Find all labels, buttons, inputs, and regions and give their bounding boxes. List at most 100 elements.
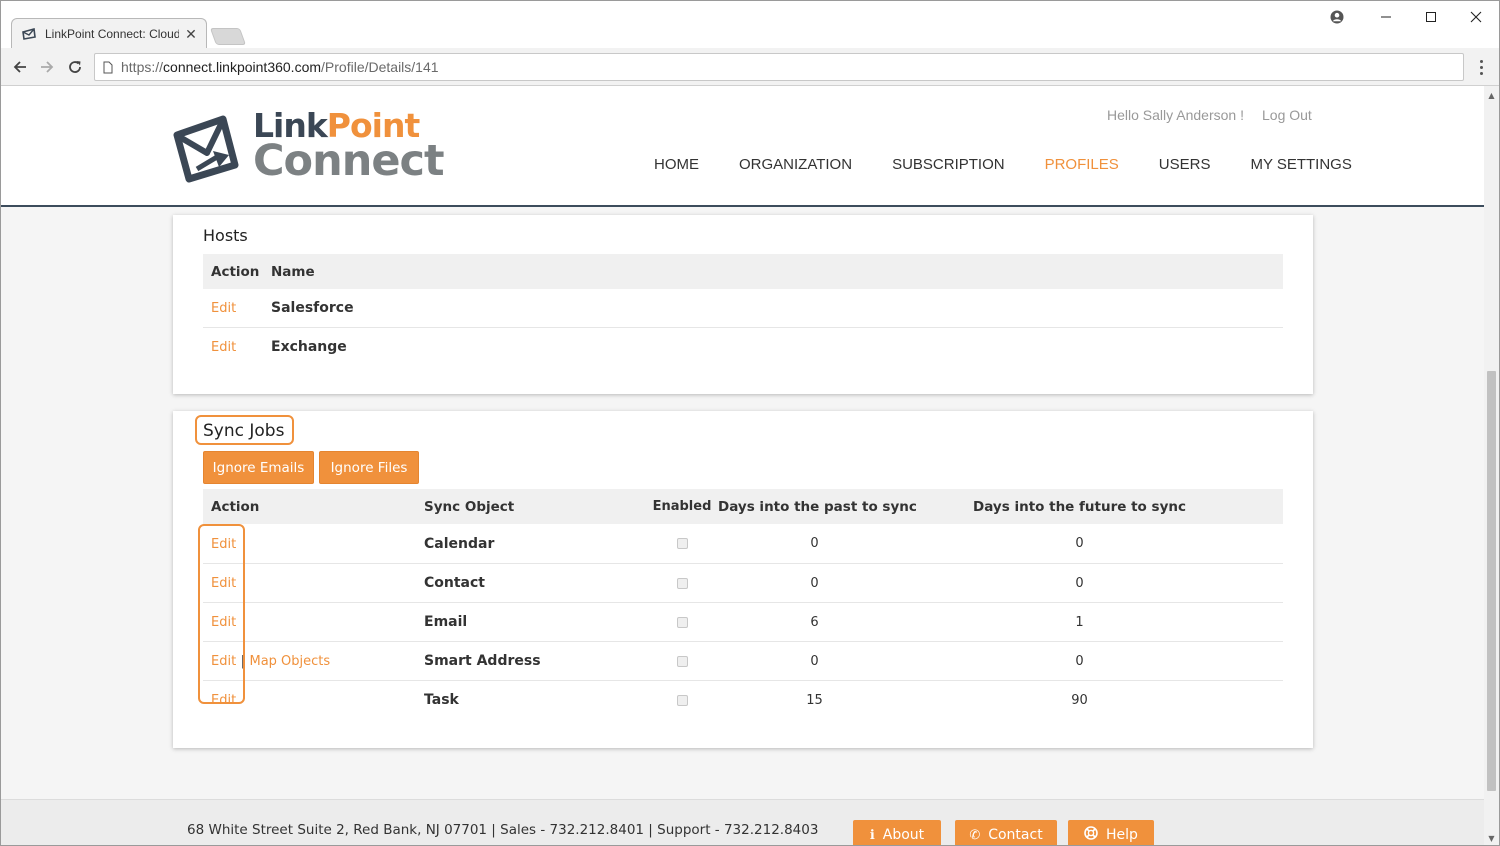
hosts-table: Action Name Edit Salesforce Edit Exchang… [203, 254, 1283, 365]
days-future-value: 90 [1071, 692, 1088, 708]
col-name: Name [271, 263, 315, 280]
scroll-up-icon[interactable]: ▲ [1484, 88, 1499, 102]
nav-organization[interactable]: ORGANIZATION [739, 156, 852, 173]
enabled-checkbox[interactable] [676, 616, 688, 628]
sync-object-name: Calendar [424, 535, 495, 552]
col-sync-object: Sync Object [424, 498, 515, 515]
nav-profiles[interactable]: PROFILES [1045, 156, 1119, 173]
about-button[interactable]: ℹ About [853, 820, 941, 845]
logo-envelope-icon [173, 115, 239, 183]
browser-window: LinkPoint Connect: Cloud ✕ https:// conn… [0, 0, 1500, 846]
host-name: Salesforce [271, 300, 354, 316]
nav-subscription[interactable]: SUBSCRIPTION [892, 156, 1005, 173]
col-days-future: Days into the future to sync [973, 498, 1186, 515]
footer-address: 68 White Street Suite 2, Red Bank, NJ 07… [187, 822, 819, 838]
hosts-panel: Hosts Action Name Edit Salesforce Edit E… [173, 215, 1313, 394]
page-icon [95, 61, 121, 74]
edit-host-link[interactable]: Edit [211, 340, 236, 355]
about-label: About [882, 827, 925, 843]
enabled-checkbox[interactable] [676, 694, 688, 706]
url-host: connect.linkpoint360.com [163, 59, 322, 75]
table-row: Edit | Map Objects Smart Address 0 0 [203, 641, 1283, 680]
days-past-value: 6 [810, 614, 819, 630]
logout-link[interactable]: Log Out [1262, 107, 1312, 123]
nav-my-settings[interactable]: MY SETTINGS [1250, 156, 1351, 173]
days-future-value: 0 [1075, 536, 1084, 551]
greeting-text: Hello Sally Anderson ! [1107, 107, 1244, 123]
scroll-thumb[interactable] [1487, 371, 1496, 791]
ignore-files-button[interactable]: Ignore Files [319, 451, 419, 484]
highlight-box-edit-column [198, 524, 245, 704]
col-enabled: Enabled [652, 499, 712, 514]
browser-toolbar: https://connect.linkpoint360.com/Profile… [1, 48, 1499, 86]
logo-word-connect: Connect [253, 136, 445, 186]
site-header: LinkPoint Connect Hello Sally Anderson !… [1, 86, 1484, 207]
table-row: Edit Contact 0 0 [203, 563, 1283, 602]
days-past-value: 0 [810, 653, 819, 669]
map-objects-link[interactable]: Map Objects [249, 654, 330, 669]
table-row: Edit Salesforce [203, 289, 1283, 327]
nav-users[interactable]: USERS [1159, 156, 1211, 173]
ignore-emails-button[interactable]: Ignore Emails [203, 451, 314, 484]
browser-tab[interactable]: LinkPoint Connect: Cloud ✕ [21, 20, 207, 48]
info-icon: ℹ [869, 827, 875, 843]
lifebuoy-icon [1084, 826, 1098, 844]
url-path: /Profile/Details/141 [321, 59, 439, 75]
col-days-past: Days into the past to sync [718, 498, 917, 515]
arrow-right-icon[interactable] [34, 54, 60, 80]
minimize-icon[interactable] [1363, 3, 1409, 31]
sync-object-name: Email [424, 614, 468, 630]
help-label: Help [1106, 827, 1138, 843]
col-action: Action [211, 263, 260, 280]
tab-close-icon[interactable]: ✕ [183, 26, 199, 43]
contact-button[interactable]: ✆ Contact [955, 820, 1057, 845]
sync-object-name: Task [424, 692, 459, 708]
days-past-value: 0 [810, 575, 819, 591]
hosts-title: Hosts [203, 226, 248, 245]
days-future-value: 0 [1075, 653, 1084, 669]
hosts-table-header: Action Name [203, 254, 1283, 289]
days-future-value: 1 [1075, 614, 1084, 630]
browser-titlebar: LinkPoint Connect: Cloud ✕ [1, 1, 1499, 49]
sync-jobs-panel: Sync Jobs Ignore Emails Ignore Files Act… [173, 411, 1313, 748]
close-icon[interactable] [1453, 3, 1499, 31]
linkpoint-logo[interactable]: LinkPoint Connect [173, 109, 445, 186]
arrow-left-icon[interactable] [7, 54, 33, 80]
page-scrollbar[interactable]: ▲ ▼ [1484, 86, 1499, 845]
envelope-icon [21, 26, 37, 42]
enabled-checkbox[interactable] [676, 655, 688, 667]
help-button[interactable]: Help [1068, 820, 1154, 845]
main-nav: HOME ORGANIZATION SUBSCRIPTION PROFILES … [654, 156, 1352, 173]
new-tab-button[interactable] [209, 28, 247, 45]
highlight-box-title [195, 415, 294, 445]
table-row: Edit Exchange [203, 327, 1283, 365]
sync-object-name: Smart Address [424, 653, 541, 669]
table-row: Edit Email 6 1 [203, 602, 1283, 641]
reload-icon[interactable] [62, 54, 88, 80]
tab-title: LinkPoint Connect: Cloud [45, 27, 179, 41]
maximize-icon[interactable] [1408, 3, 1454, 31]
col-action: Action [211, 498, 260, 515]
enabled-checkbox[interactable] [676, 577, 688, 589]
scroll-down-icon[interactable]: ▼ [1484, 831, 1499, 845]
site-footer: 68 White Street Suite 2, Red Bank, NJ 07… [1, 799, 1484, 845]
more-vertical-icon[interactable] [1471, 56, 1491, 78]
page-viewport: LinkPoint Connect Hello Sally Anderson !… [1, 86, 1484, 845]
table-row: Edit Task 15 90 [203, 680, 1283, 719]
contact-label: Contact [988, 827, 1043, 843]
days-past-value: 0 [810, 536, 819, 551]
days-past-value: 15 [806, 692, 823, 708]
table-row: Edit Calendar 0 0 [203, 524, 1283, 563]
sync-jobs-table: Action Sync Object Enabled Days into the… [203, 489, 1283, 719]
phone-icon: ✆ [969, 827, 981, 843]
host-name: Exchange [271, 338, 347, 355]
sync-jobs-table-header: Action Sync Object Enabled Days into the… [203, 489, 1283, 524]
days-future-value: 0 [1075, 575, 1084, 591]
address-bar[interactable]: https://connect.linkpoint360.com/Profile… [94, 53, 1464, 81]
edit-host-link[interactable]: Edit [211, 301, 236, 316]
enabled-checkbox[interactable] [676, 538, 688, 549]
nav-home[interactable]: HOME [654, 156, 699, 173]
user-circle-icon[interactable] [1314, 3, 1360, 31]
url-protocol: https:// [121, 59, 164, 75]
sync-object-name: Contact [424, 575, 485, 591]
